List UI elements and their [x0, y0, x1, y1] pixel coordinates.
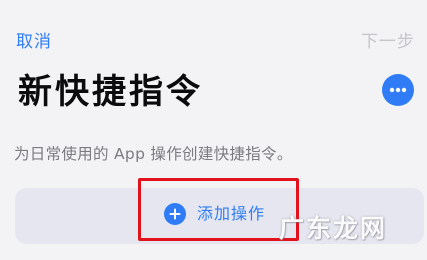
page-description: 为日常使用的 App 操作创建快捷指令。: [14, 145, 293, 163]
cancel-button[interactable]: 取消: [16, 31, 52, 53]
page-title: 新快捷指令: [18, 72, 203, 112]
more-options-button[interactable]: [382, 74, 414, 106]
ellipsis-icon: [389, 87, 407, 93]
next-button[interactable]: 下一步: [361, 31, 415, 53]
watermark: 广东龙网: [278, 214, 387, 243]
highlight-annotation: [138, 178, 299, 241]
bottom-background: [0, 248, 427, 260]
